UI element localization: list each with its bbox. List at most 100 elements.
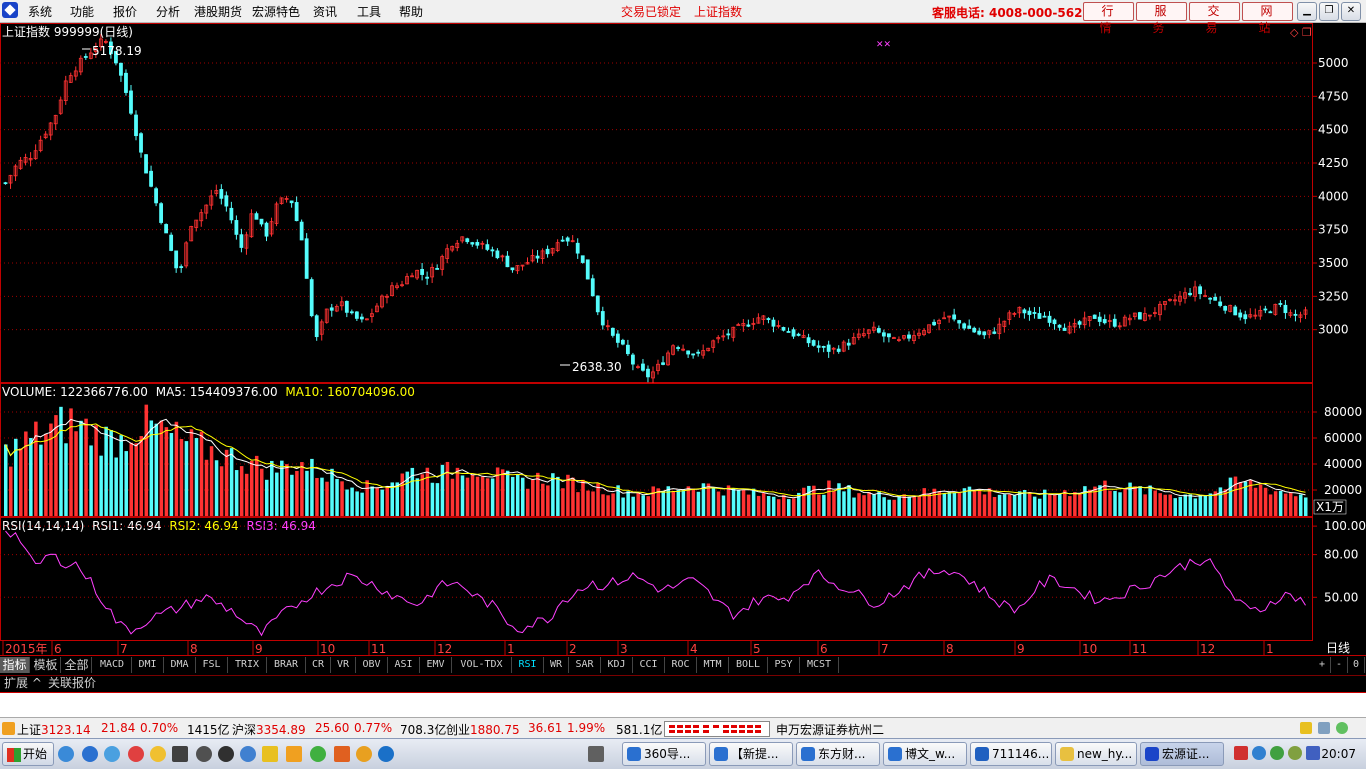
volume-bar[interactable] [787,499,791,516]
tray-network-icon[interactable] [1252,746,1266,760]
candle-body[interactable] [595,295,600,313]
candle-body[interactable] [264,222,269,237]
volume-bar[interactable] [315,477,319,516]
candle-body[interactable] [485,244,490,250]
volume-bar[interactable] [99,455,103,516]
candle-body[interactable] [1032,312,1037,314]
indicator-tab-dmi[interactable]: DMI [132,657,164,673]
volume-bar[interactable] [1093,486,1097,516]
tray-flag-icon[interactable] [1234,746,1248,760]
volume-bar[interactable] [500,469,505,516]
volume-bar[interactable] [581,479,585,516]
volume-bar[interactable] [435,483,440,516]
volume-bar[interactable] [455,467,460,516]
candle-body[interactable] [1102,319,1107,324]
volume-bar[interactable] [576,492,580,516]
volume-bar[interactable] [420,474,425,516]
close-icon[interactable]: ✕ [1341,2,1361,21]
volume-bar[interactable] [666,486,671,516]
volume-bar[interactable] [44,433,48,516]
candle-body[interactable] [661,362,665,365]
volume-bar[interactable] [24,431,28,516]
volume-bar[interactable] [731,488,736,516]
candle-body[interactable] [149,170,153,187]
volume-bar[interactable] [596,483,600,516]
task-360nav[interactable]: 360导... [622,742,706,766]
volume-bar[interactable] [275,472,279,516]
volume-bar[interactable] [159,420,164,516]
candle-body[interactable] [625,344,630,355]
candle-body[interactable] [962,323,967,329]
start-button[interactable]: 开始 [2,742,54,766]
candle-body[interactable] [575,242,580,254]
volume-bar[interactable] [1078,493,1082,516]
volume-bar[interactable] [69,408,73,516]
volume-bar[interactable] [475,476,480,516]
candle-body[interactable] [475,242,480,246]
tool-icon[interactable] [286,746,302,762]
volume-bar[interactable] [1238,482,1243,516]
candle-body[interactable] [1112,318,1117,327]
volume-bar[interactable] [661,490,666,516]
360-browser-icon[interactable] [310,746,326,762]
candle-body[interactable] [1057,324,1062,328]
volume-bar[interactable] [1012,495,1017,516]
menu-system[interactable]: 系统 [28,3,52,20]
volume-bar[interactable] [942,493,947,516]
candle-body[interactable] [610,327,615,336]
volume-bar[interactable] [320,477,324,516]
volume-bar[interactable] [400,473,405,516]
candle-body[interactable] [304,238,309,279]
candle-body[interactable] [786,331,791,333]
volume-bar[interactable] [556,476,560,516]
indicator-tab-asi[interactable]: ASI [388,657,420,673]
volume-bar[interactable] [686,486,691,516]
candle-body[interactable] [1097,316,1102,322]
volume-bar[interactable] [1173,498,1177,516]
candle-body[interactable] [179,266,184,268]
volume-bar[interactable] [380,489,384,516]
volume-bar[interactable] [9,466,13,516]
volume-bar[interactable] [1178,496,1183,516]
volume-bar[interactable] [1228,477,1233,516]
menu-news[interactable]: 资讯 [313,3,337,20]
volume-bar[interactable] [1073,492,1077,516]
volume-bar[interactable] [912,496,916,516]
volume-bar[interactable] [1002,494,1007,516]
volume-bar[interactable] [510,476,515,516]
candle-body[interactable] [1042,315,1047,318]
candle-body[interactable] [1208,297,1213,300]
volume-bar[interactable] [1027,492,1032,516]
volume-bar[interactable] [229,448,234,516]
candle-body[interactable] [766,318,771,320]
volume-bar[interactable] [295,470,299,516]
volume-bar[interactable] [626,491,630,516]
volume-bar[interactable] [751,488,756,516]
candle-body[interactable] [309,279,314,317]
keyboard-icon[interactable] [588,746,604,762]
indicator-tab-fsl[interactable]: FSL [196,657,228,673]
volume-bar[interactable] [641,495,645,516]
candle-body[interactable] [1077,321,1082,325]
volume-bar[interactable] [877,491,881,516]
volume-bar[interactable] [300,462,304,516]
candle-body[interactable] [691,353,696,356]
candle-body[interactable] [294,202,299,222]
volume-bar[interactable] [1032,496,1037,516]
candle-body[interactable] [1283,304,1288,314]
candle-body[interactable] [846,342,851,346]
volume-bar[interactable] [1188,494,1193,516]
volume-bar[interactable] [169,433,174,516]
chrome-icon[interactable] [356,746,372,762]
volume-bar[interactable] [505,470,510,516]
ie-icon[interactable] [82,746,98,762]
menu-help[interactable]: 帮助 [399,3,423,20]
candle-body[interactable] [811,340,816,346]
candle-body[interactable] [119,62,123,76]
volume-bar[interactable] [1088,489,1092,516]
volume-bar[interactable] [721,495,726,516]
zoom-in-button[interactable]: + [1314,657,1331,673]
volume-bar[interactable] [415,478,420,516]
volume-bar[interactable] [199,431,204,516]
volume-bar[interactable] [746,494,751,516]
